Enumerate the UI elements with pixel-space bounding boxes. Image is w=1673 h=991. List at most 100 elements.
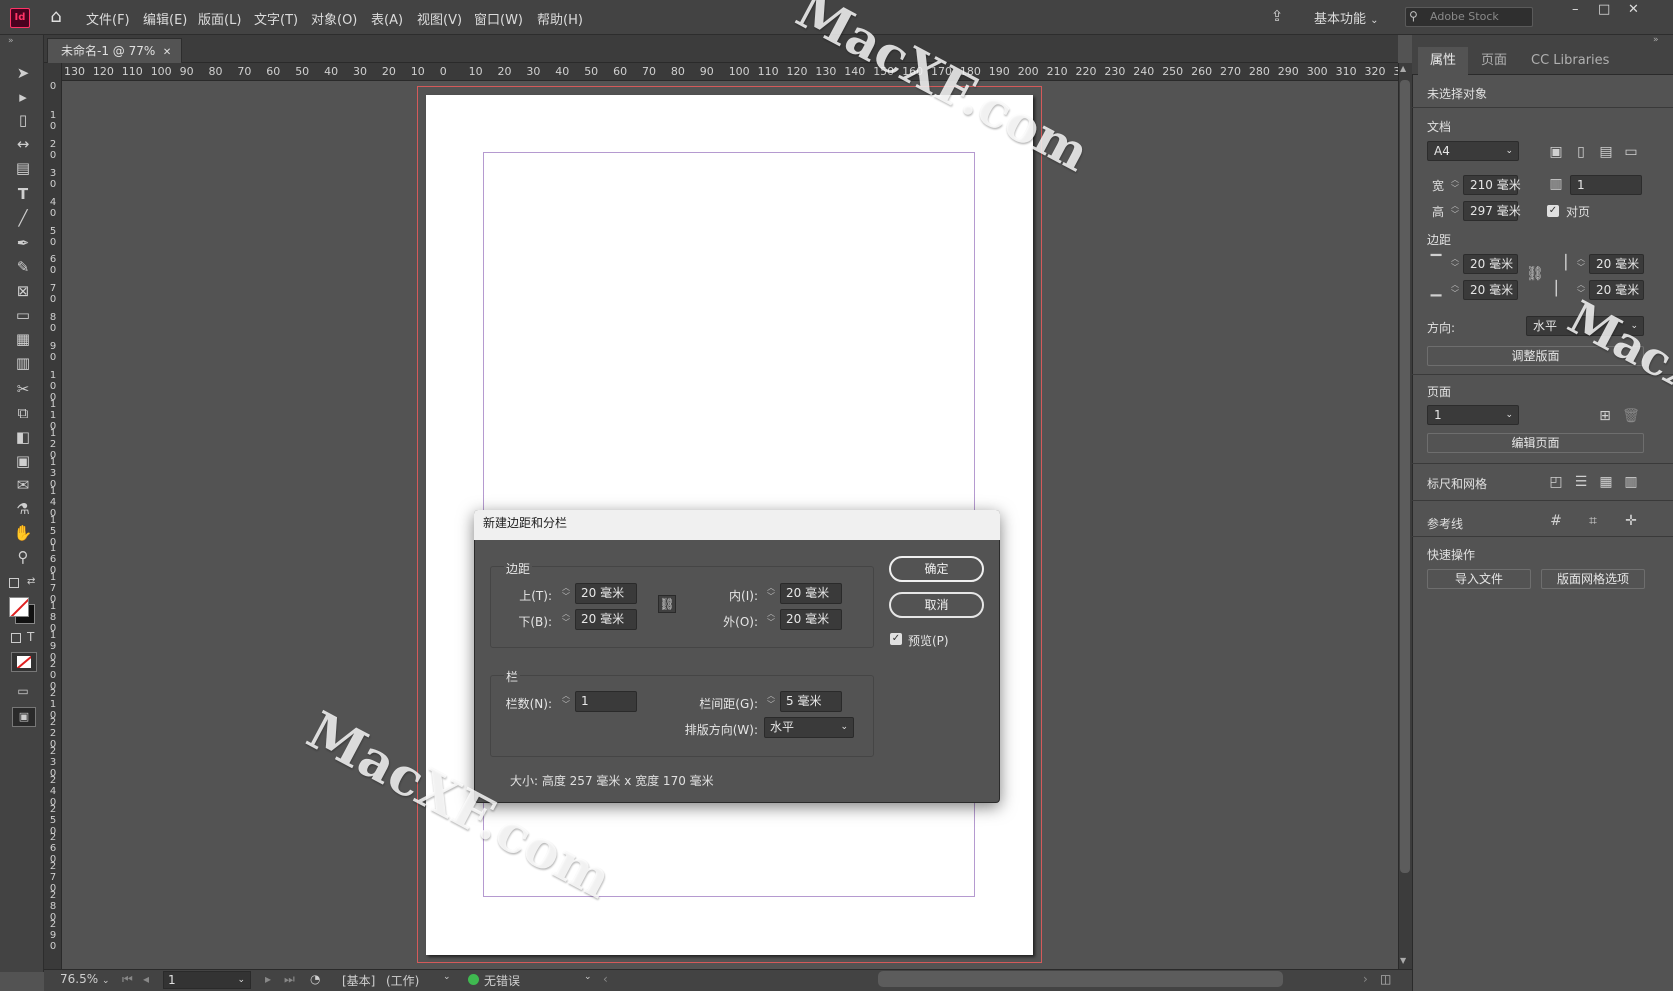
swap-colors-icon[interactable]: ⇄ (27, 576, 35, 587)
last-page-icon[interactable]: ⏭ (284, 972, 295, 987)
menu-table[interactable]: 表(A) (371, 9, 403, 28)
panel-collapse-icon[interactable]: » (8, 36, 14, 46)
scroll-left-icon[interactable]: ‹ (603, 972, 608, 986)
layout-grid-icon[interactable]: ▥ (1622, 473, 1640, 491)
margin-top-field[interactable]: 20 毫米 (1463, 254, 1518, 274)
content-collector-icon[interactable]: ▤ (10, 157, 36, 179)
menu-help[interactable]: 帮助(H) (537, 9, 583, 28)
scroll-right-icon[interactable]: › (1363, 972, 1368, 986)
baseline-grid-icon[interactable]: ☰ (1572, 473, 1590, 491)
close-tab-icon[interactable]: ✕ (163, 47, 171, 58)
menu-object[interactable]: 对象(O) (311, 9, 357, 28)
edit-page-button[interactable]: 编辑页面 (1427, 433, 1644, 453)
menu-layout[interactable]: 版面(L) (198, 9, 241, 28)
bottom-margin-field[interactable]: 20 毫米 (575, 609, 637, 630)
import-file-button[interactable]: 导入文件 (1427, 569, 1531, 589)
top-margin-field[interactable]: 20 毫米 (575, 583, 637, 604)
lock-guides-icon[interactable]: ⌗ (1584, 512, 1602, 530)
pen-tool-icon[interactable]: ✒ (10, 232, 36, 254)
table-tool-icon[interactable]: ▦ (10, 328, 36, 350)
menu-view[interactable]: 视图(V) (417, 9, 462, 28)
line-tool-icon[interactable]: ╱ (10, 207, 36, 229)
smart-guides-icon[interactable]: ✛ (1622, 512, 1640, 530)
gap-tool-icon[interactable]: ↔ (10, 133, 36, 155)
bottom-stepper-icon[interactable]: ︿ ﹀ (559, 609, 573, 629)
margin-inside-field[interactable]: 20 毫米 (1589, 254, 1644, 274)
direct-selection-tool-icon[interactable]: ▸ (10, 86, 36, 108)
facing-pages-checkbox[interactable]: ✓ (1547, 205, 1559, 217)
hand-tool-icon[interactable]: ✋ (10, 522, 36, 544)
menu-type[interactable]: 文字(T) (254, 9, 298, 28)
margin-inside-stepper-icon[interactable]: ︿ ﹀ (1574, 254, 1588, 274)
pencil-tool-icon[interactable]: ✎ (10, 256, 36, 278)
rectangle-frame-tool-icon[interactable]: ⊠ (10, 280, 36, 302)
minimize-button[interactable]: – (1572, 2, 1579, 17)
preflight-status[interactable]: 无错误 (484, 972, 520, 989)
container-formatting-icon[interactable] (11, 633, 21, 643)
cancel-button[interactable]: 取消 (889, 592, 984, 618)
vertical-ruler[interactable]: 0102030405060708090100110120130140150160… (44, 63, 62, 972)
close-button[interactable]: ✕ (1628, 2, 1639, 17)
prev-page-icon[interactable]: ◂ (143, 972, 149, 986)
link-margins-icon[interactable]: ⛓ (658, 595, 676, 613)
orientation-icon[interactable]: ▤ (1597, 143, 1615, 161)
note-tool-icon[interactable]: ✉ (10, 474, 36, 496)
document-preset-select[interactable]: A4 ⌄ (1427, 141, 1519, 161)
gradient-feather-tool-icon[interactable]: ▣ (10, 450, 36, 472)
next-page-icon[interactable]: ▸ (265, 972, 271, 986)
eyedropper-tool-icon[interactable]: ⚗ (10, 498, 36, 520)
add-page-icon[interactable]: ⊞ (1596, 407, 1614, 425)
first-page-icon[interactable]: ⏮ (122, 972, 133, 987)
direction-select[interactable]: 水平 ⌄ (764, 717, 854, 738)
ok-button[interactable]: 确定 (889, 556, 984, 582)
screen-mode-icon[interactable]: ▣ (12, 707, 36, 727)
document-tab[interactable]: 未命名-1 @ 77% ✕ (47, 38, 182, 64)
page-tool-icon[interactable]: ▯ (10, 109, 36, 131)
page-number-field[interactable]: 1 ⌄ (163, 971, 251, 989)
width-stepper-icon[interactable]: ︿ ﹀ (1448, 175, 1462, 195)
layout-grid-options-button[interactable]: 版面网格选项 (1541, 569, 1645, 589)
height-field[interactable]: 297 毫米 (1463, 201, 1521, 221)
view-mode-icon[interactable]: ▭ (10, 680, 36, 702)
outside-margin-field[interactable]: 20 毫米 (780, 609, 842, 630)
panel-collapse-icon[interactable]: » (1653, 35, 1659, 45)
scroll-down-icon[interactable]: ▼ (1400, 956, 1406, 965)
preview-checkbox[interactable]: ✓ (890, 633, 902, 645)
free-transform-tool-icon[interactable]: ⧉ (10, 402, 36, 424)
grid-tool-icon[interactable]: ▥ (10, 352, 36, 374)
apply-none-icon[interactable] (11, 652, 37, 672)
column-count-stepper-icon[interactable]: ︿ ﹀ (559, 691, 573, 711)
column-count-field[interactable]: 1 (575, 691, 637, 712)
open-page-icon[interactable]: ◔ (310, 972, 320, 986)
tab-pages[interactable]: 页面 (1469, 47, 1519, 75)
stock-search-input[interactable]: Adobe Stock (1405, 7, 1533, 27)
rulers-icon[interactable]: ◰ (1547, 473, 1565, 491)
top-stepper-icon[interactable]: ︿ ﹀ (559, 583, 573, 603)
tab-cc-libraries[interactable]: CC Libraries (1519, 47, 1621, 75)
maximize-button[interactable]: □ (1598, 2, 1610, 17)
gradient-swatch-tool-icon[interactable]: ◧ (10, 426, 36, 448)
share-icon[interactable]: ⇪ (1267, 7, 1287, 27)
outside-stepper-icon[interactable]: ︿ ﹀ (764, 609, 778, 629)
inside-stepper-icon[interactable]: ︿ ﹀ (764, 583, 778, 603)
margin-bottom-stepper-icon[interactable]: ︿ ﹀ (1448, 280, 1462, 300)
width-field[interactable]: 210 毫米 (1463, 175, 1521, 195)
page-count-field[interactable]: 1 (1570, 175, 1642, 195)
split-window-icon[interactable]: ◫ (1380, 972, 1391, 986)
menu-window[interactable]: 窗口(W) (474, 9, 523, 28)
chevron-down-icon[interactable]: ⌄ (443, 972, 451, 982)
horizontal-scroll-thumb[interactable] (878, 971, 1283, 987)
chevron-down-icon[interactable]: ⌄ (584, 972, 592, 982)
show-guides-icon[interactable]: # (1547, 512, 1565, 530)
home-icon[interactable]: ⌂ (44, 6, 68, 28)
portrait-icon[interactable]: ▯ (1572, 143, 1590, 161)
gutter-field[interactable]: 5 毫米 (780, 691, 842, 712)
menu-edit[interactable]: 编辑(E) (143, 9, 187, 28)
horizontal-ruler[interactable]: 130 120 110 100 90 80 70 60 50 40 30 20 10 0 10 20 30 40 5… (62, 63, 1399, 81)
delete-page-icon[interactable]: 🗑 (1622, 407, 1640, 425)
text-formatting-icon[interactable]: T (27, 630, 34, 644)
page-select[interactable]: 1 ⌄ (1427, 405, 1519, 425)
tab-properties[interactable]: 属性 (1418, 47, 1469, 75)
zoom-tool-icon[interactable]: ⚲ (10, 546, 36, 568)
landscape-icon[interactable]: ▭ (1622, 143, 1640, 161)
